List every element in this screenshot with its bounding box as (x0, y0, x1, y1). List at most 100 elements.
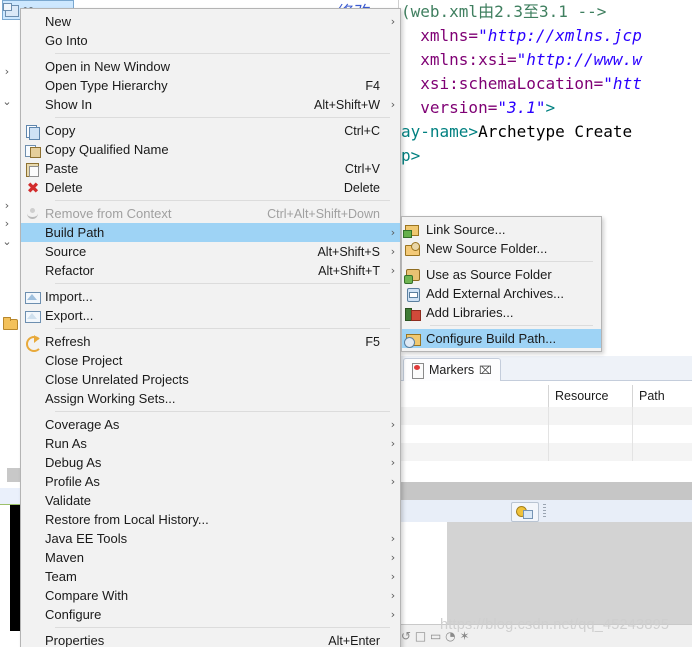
context-menu[interactable]: New › Go Into Open in New Window Open Type H… (20, 8, 401, 647)
explorer-black-bar (10, 505, 20, 631)
menu-item-refactor[interactable]: Refactor Alt+Shift+T › (21, 261, 400, 280)
menu-item-icon-slot (21, 512, 45, 528)
menu-item-add-libraries[interactable]: Add Libraries... (402, 303, 601, 322)
menu-item-properties[interactable]: Properties Alt+Enter (21, 631, 400, 647)
menu-item-close-unrelated-projects[interactable]: Close Unrelated Projects (21, 370, 400, 389)
menu-item-close-project[interactable]: Close Project (21, 351, 400, 370)
tree-twisty-row[interactable]: › (0, 214, 14, 232)
use-as-source-icon (402, 267, 426, 284)
menu-item-icon-slot (21, 474, 45, 490)
menu-item-label: Show In (45, 97, 92, 112)
code-token: p> (401, 146, 421, 165)
menu-item-show-in[interactable]: Show In Alt+Shift+W › (21, 95, 400, 114)
menu-item-profile-as[interactable]: Profile As › (21, 472, 400, 491)
table-row[interactable] (399, 425, 692, 443)
menu-item-copy[interactable]: Copy Ctrl+C (21, 121, 400, 140)
menu-item-use-as-source-folder[interactable]: Use as Source Folder (402, 265, 601, 284)
chevron-right-icon[interactable]: › (0, 65, 14, 78)
markers-table-header: Resource Path (399, 385, 692, 408)
menu-item-add-external-archives[interactable]: Add External Archives... (402, 284, 601, 303)
menu-item-remove-from-context: Remove from Context Ctrl+Alt+Shift+Down (21, 204, 400, 223)
menu-item-source[interactable]: Source Alt+Shift+S › (21, 242, 400, 261)
menu-item-compare-with[interactable]: Compare With › (21, 586, 400, 605)
tab-markers[interactable]: Markers ⌧ (403, 358, 501, 381)
table-cell (633, 407, 692, 425)
menu-item-copy-qualified-name[interactable]: Copy Qualified Name (21, 140, 400, 159)
tree-twisty-row[interactable]: ⌄ (0, 232, 14, 250)
menu-item-team[interactable]: Team › (21, 567, 400, 586)
chevron-right-icon[interactable]: › (0, 199, 14, 212)
menu-item-icon-slot (21, 550, 45, 566)
menu-item-label: Source (45, 244, 87, 259)
toolbar-drag-handle[interactable] (543, 504, 546, 518)
menu-item-export[interactable]: Export... (21, 306, 400, 325)
properties-toolbar-button[interactable] (511, 502, 539, 522)
menu-item-delete[interactable]: ✖ Delete Delete (21, 178, 400, 197)
tree-folder-row[interactable] (2, 314, 18, 332)
import-icon (21, 289, 45, 305)
column-header-resource[interactable]: Resource (549, 385, 633, 407)
menu-item-restore-from-local-history[interactable]: Restore from Local History... (21, 510, 400, 529)
menu-item-open-type-hierarchy[interactable]: Open Type Hierarchy F4 (21, 76, 400, 95)
code-token: "3.1" (497, 98, 546, 117)
menu-item-java-ee-tools[interactable]: Java EE Tools › (21, 529, 400, 548)
menu-separator (55, 117, 390, 118)
table-cell (549, 407, 633, 425)
build-path-submenu[interactable]: Link Source... New Source Folder... Use as… (401, 216, 602, 352)
tree-twisty-row[interactable]: ⌄ (0, 92, 14, 110)
code-line: xmlns:xsi="http://www.w (401, 50, 642, 70)
menu-item-run-as[interactable]: Run As › (21, 434, 400, 453)
menu-item-icon-slot (21, 78, 45, 94)
menu-item-build-path[interactable]: Build Path › (21, 223, 400, 242)
remove-context-icon (21, 206, 45, 222)
menu-item-go-into[interactable]: Go Into (21, 31, 400, 50)
menu-item-new-source-folder[interactable]: New Source Folder... (402, 239, 601, 258)
link-source-icon (402, 222, 426, 238)
menu-item-shortcut: Alt+Shift+W (314, 97, 380, 112)
column-header-description[interactable] (399, 385, 549, 407)
menu-item-label: Copy (45, 123, 76, 138)
code-line: xsi:schemaLocation="htt (401, 74, 642, 94)
markers-table: Resource Path (399, 385, 692, 482)
menu-item-label: Go Into (45, 33, 88, 48)
menu-item-validate[interactable]: Validate (21, 491, 400, 510)
menu-item-import[interactable]: Import... (21, 287, 400, 306)
menu-item-refresh[interactable]: Refresh F5 (21, 332, 400, 352)
menu-item-new[interactable]: New › (21, 12, 400, 31)
menu-item-coverage-as[interactable]: Coverage As › (21, 415, 400, 434)
menu-item-maven[interactable]: Maven › (21, 548, 400, 567)
menu-item-paste[interactable]: Paste Ctrl+V (21, 159, 400, 178)
column-header-path[interactable]: Path (633, 385, 692, 407)
menu-item-shortcut: F5 (365, 334, 380, 349)
code-token: (web.xml由2.3至3.1 --> (401, 2, 607, 21)
chevron-down-icon[interactable]: ⌄ (0, 95, 14, 108)
refresh-icon (21, 334, 45, 352)
menu-item-assign-working-sets[interactable]: Assign Working Sets... (21, 389, 400, 408)
menu-separator (55, 328, 390, 329)
close-icon[interactable]: ⌧ (479, 364, 492, 377)
menu-item-label: Assign Working Sets... (45, 391, 176, 406)
submenu-chevron-icon: › (390, 437, 396, 450)
table-row[interactable] (399, 443, 692, 461)
tree-twisty-row[interactable]: › (0, 62, 14, 80)
tree-twisty-row[interactable]: › (0, 196, 14, 214)
menu-item-shortcut: Alt+Enter (328, 633, 380, 647)
menu-item-icon-slot (21, 353, 45, 369)
menu-item-debug-as[interactable]: Debug As › (21, 453, 400, 472)
menu-item-label: New (45, 14, 72, 29)
submenu-chevron-icon: › (390, 532, 396, 545)
menu-item-link-source[interactable]: Link Source... (402, 220, 601, 239)
menu-item-icon-slot (21, 263, 45, 279)
menu-item-icon-slot (21, 14, 45, 30)
menu-item-configure[interactable]: Configure › (21, 605, 400, 624)
submenu-chevron-icon: › (390, 15, 396, 28)
menu-item-configure-build-path[interactable]: Configure Build Path... (402, 329, 601, 348)
chevron-right-icon[interactable]: › (0, 217, 14, 230)
menu-item-open-in-new-window[interactable]: Open in New Window (21, 57, 400, 76)
code-token: version= (401, 98, 498, 117)
watermark-text: https://blog.csdn.net/qq_45243895 (440, 617, 670, 633)
table-row[interactable] (399, 407, 692, 425)
table-cell (633, 425, 692, 443)
chevron-down-icon[interactable]: ⌄ (0, 235, 14, 248)
view-splitter[interactable] (399, 482, 692, 500)
